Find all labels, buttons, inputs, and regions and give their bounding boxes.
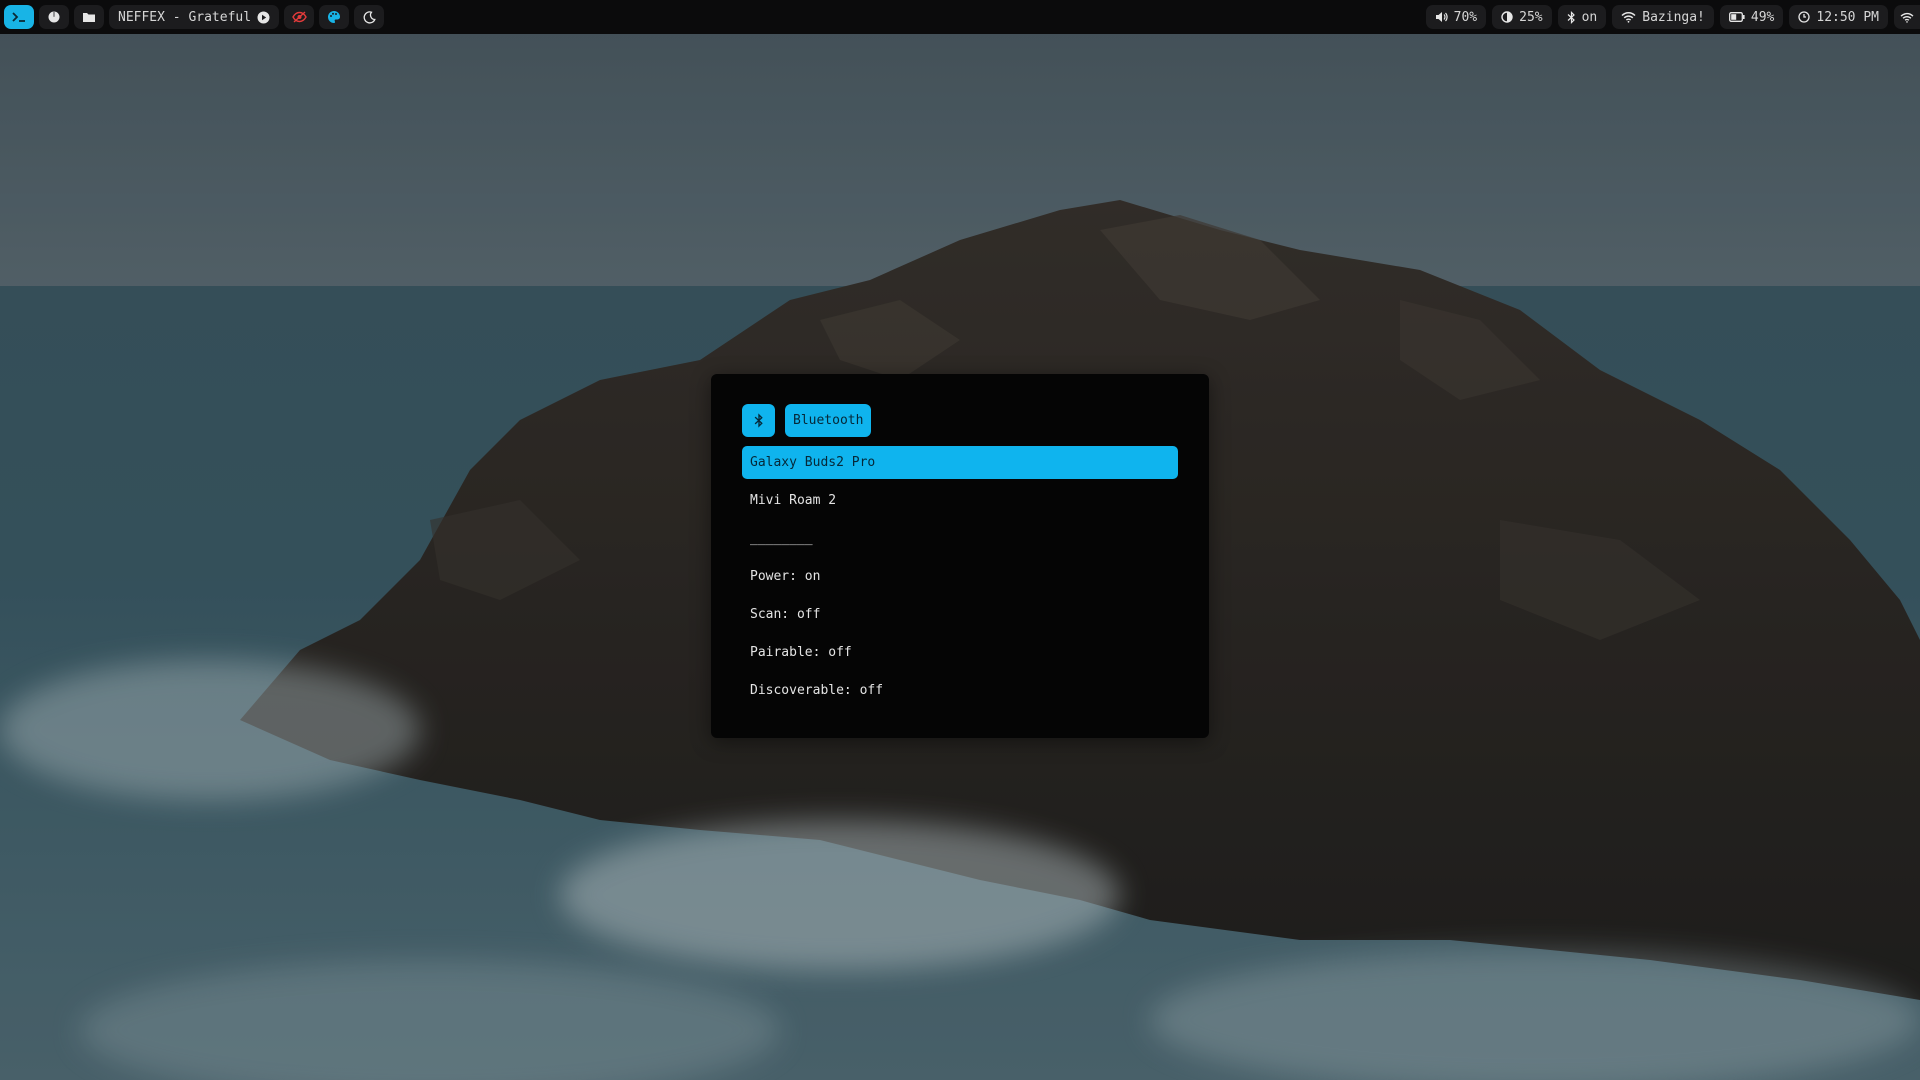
bluetooth-menu-icon-button[interactable]: [742, 404, 775, 437]
play-circle-icon[interactable]: [257, 11, 270, 24]
brightness-value: 25%: [1519, 9, 1543, 25]
option-scan[interactable]: Scan: off: [742, 598, 1178, 631]
volume-widget[interactable]: 70%: [1425, 5, 1487, 29]
clock-icon: [1798, 11, 1811, 23]
menu-separator: ________: [750, 531, 813, 546]
brightness-widget[interactable]: 25%: [1492, 5, 1552, 29]
theme-toggle[interactable]: [319, 5, 350, 29]
system-tray[interactable]: [1894, 5, 1920, 29]
bluetooth-menu-header: Bluetooth: [742, 404, 1178, 437]
wifi-icon: [1621, 11, 1636, 23]
bluetooth-widget[interactable]: on: [1557, 5, 1607, 29]
battery-value: 49%: [1750, 9, 1775, 25]
option-discoverable[interactable]: Discoverable: off: [742, 674, 1178, 707]
brightness-icon: [1501, 11, 1513, 23]
terminal-icon: [12, 12, 25, 22]
bluetooth-menu: Bluetooth Galaxy Buds2 Pro Mivi Roam 2 _…: [711, 374, 1209, 738]
bluetooth-icon: [1567, 10, 1575, 24]
bluetooth-menu-title[interactable]: Bluetooth: [785, 404, 872, 437]
files-button[interactable]: [74, 5, 104, 29]
clock-widget[interactable]: 12:50 PM: [1789, 5, 1888, 29]
moon-icon: [363, 10, 376, 23]
media-player-widget[interactable]: NEFFEX - Grateful: [109, 5, 280, 29]
tray-wifi-icon: [1900, 12, 1914, 23]
power-icon: [48, 11, 60, 23]
volume-icon: [1435, 12, 1448, 22]
top-bar-right: 70% 25% on Bazinga! 49% 12:50 PM: [1425, 0, 1920, 34]
device-item-galaxy-buds2-pro[interactable]: Galaxy Buds2 Pro: [742, 446, 1178, 479]
media-title: NEFFEX - Grateful: [118, 9, 252, 25]
bluetooth-status: on: [1581, 9, 1598, 25]
folder-icon: [83, 13, 95, 22]
bluetooth-icon: [754, 413, 763, 428]
device-item-mivi-roam-2[interactable]: Mivi Roam 2: [742, 484, 1178, 517]
eye-off-icon: [291, 11, 307, 23]
clock-time: 12:50 PM: [1816, 9, 1879, 25]
option-pairable[interactable]: Pairable: off: [742, 636, 1178, 669]
volume-value: 70%: [1453, 9, 1478, 25]
launcher-button[interactable]: [4, 5, 34, 29]
night-mode-toggle[interactable]: [354, 5, 385, 29]
palette-icon: [328, 11, 341, 23]
top-bar-left: NEFFEX - Grateful: [0, 0, 385, 34]
privacy-toggle[interactable]: [284, 5, 315, 29]
top-bar: NEFFEX - Grateful 70% 25% on Bazinga! 49…: [0, 0, 1920, 34]
network-name: Bazinga!: [1642, 9, 1705, 25]
battery-widget[interactable]: 49%: [1719, 5, 1784, 29]
option-power[interactable]: Power: on: [742, 560, 1178, 593]
network-widget[interactable]: Bazinga!: [1612, 5, 1714, 29]
power-button[interactable]: [39, 5, 69, 29]
battery-icon: [1728, 12, 1745, 22]
